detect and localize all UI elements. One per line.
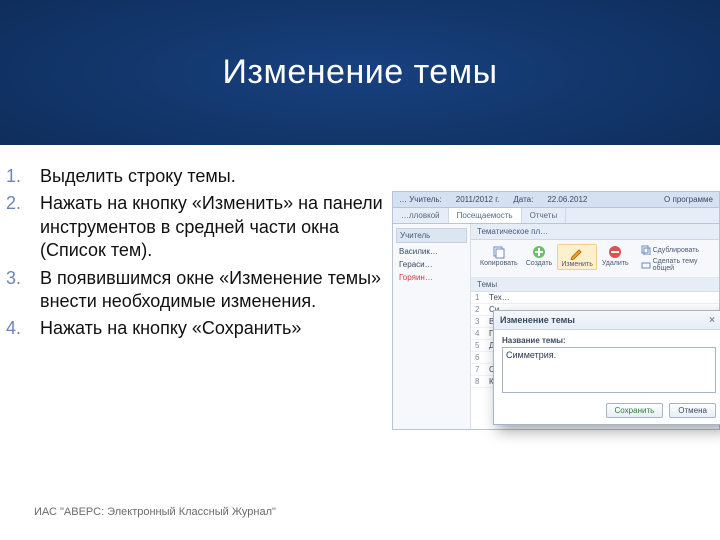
step-1: 1.Выделить строку темы.: [34, 165, 386, 188]
delete-button[interactable]: Удалить: [599, 244, 632, 268]
topics-header: Темы: [471, 278, 719, 292]
topic-name-input[interactable]: [502, 347, 716, 393]
list-item[interactable]: Горяин…: [396, 271, 467, 284]
close-icon[interactable]: ×: [706, 314, 718, 326]
year-value: 2011/2012 г.: [456, 195, 500, 204]
dialog-titlebar: Изменение темы ×: [494, 311, 720, 330]
tab-reports[interactable]: Отчеты: [522, 208, 567, 223]
instruction-steps: 1.Выделить строку темы. 2.Нажать на кноп…: [34, 165, 386, 430]
date-value: 22.06.2012: [547, 195, 587, 204]
duplicate-icon: [641, 245, 651, 255]
pencil-icon: [570, 246, 584, 260]
step-2: 2.Нажать на кнопку «Изменить» на панели …: [34, 192, 386, 262]
topic-toolbar: Копировать Создать Изменить Удалить: [471, 240, 719, 278]
list-item[interactable]: Василик…: [396, 245, 467, 258]
edit-topic-dialog: Изменение темы × Название темы: Сохранит…: [493, 310, 720, 425]
date-label: Дата:: [513, 195, 533, 204]
app-window: … Учитель: 2011/2012 г. Дата: 22.06.2012…: [392, 191, 720, 430]
list-item[interactable]: Гераси…: [396, 258, 467, 271]
slide-header: Изменение темы: [0, 0, 720, 145]
app-screenshot: … Учитель: 2011/2012 г. Дата: 22.06.2012…: [386, 165, 720, 430]
app-topbar: … Учитель: 2011/2012 г. Дата: 22.06.2012…: [393, 192, 719, 208]
copy-icon: [492, 245, 506, 259]
split-button[interactable]: Сделать тему общей: [638, 257, 713, 273]
plus-icon: [532, 245, 546, 259]
panel-title: Тематическое пл…: [471, 224, 719, 240]
share-icon: [641, 260, 651, 270]
slide-footer: ИАС "АВЕРС: Электронный Классный Журнал": [34, 506, 276, 518]
slide-title: Изменение темы: [222, 53, 497, 92]
edit-button[interactable]: Изменить: [557, 244, 597, 270]
create-button[interactable]: Создать: [523, 244, 556, 268]
step-3: 3.В появившимся окне «Изменение темы» вн…: [34, 267, 386, 314]
teacher-list-header: Учитель: [396, 228, 467, 243]
save-button[interactable]: Сохранить: [606, 403, 664, 418]
app-tabs: …лловкой Посещаемость Отчеты: [393, 208, 719, 224]
teacher-list-panel: Учитель Василик… Гераси… Горяин…: [393, 224, 471, 429]
teacher-label: … Учитель:: [399, 195, 442, 204]
step-4: 4.Нажать на кнопку «Сохранить»: [34, 317, 386, 340]
dialog-title-text: Изменение темы: [500, 315, 575, 325]
field-label: Название темы:: [502, 336, 716, 345]
copy-button[interactable]: Копировать: [477, 244, 521, 268]
duplicate-button[interactable]: Сдублировать: [638, 244, 713, 256]
minus-icon: [608, 245, 622, 259]
table-row[interactable]: 1Тех…: [471, 292, 719, 304]
slide-content: 1.Выделить строку темы. 2.Нажать на кноп…: [0, 145, 720, 430]
about-link[interactable]: О программе: [664, 195, 713, 204]
tab-1[interactable]: …лловкой: [393, 208, 449, 223]
cancel-button[interactable]: Отмена: [669, 403, 716, 418]
tab-attendance[interactable]: Посещаемость: [449, 208, 522, 223]
topic-panel: Тематическое пл… Копировать Создать И: [471, 224, 719, 429]
